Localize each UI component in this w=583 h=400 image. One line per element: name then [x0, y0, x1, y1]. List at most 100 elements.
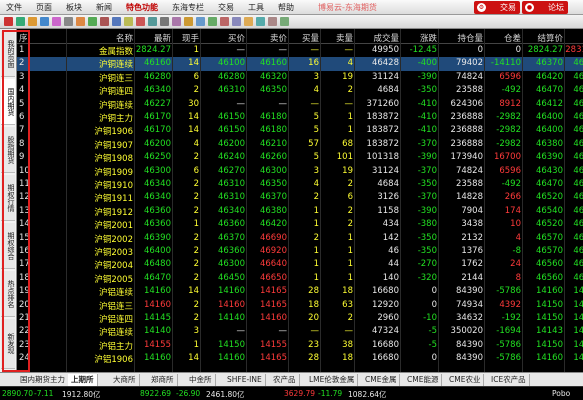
- menu-sector[interactable]: 板块: [66, 2, 82, 13]
- table-row[interactable]: 4 沪铜连四 46340 2 46310 46350 4 2 4684 -350 23588 -492…: [17, 84, 583, 97]
- export-icon[interactable]: [184, 17, 193, 26]
- menu-news[interactable]: 新闻: [96, 2, 112, 13]
- grid-icon[interactable]: [64, 17, 73, 26]
- table-row[interactable]: 3 沪铜连三 46280 6 46280 46320 3 19 31124 -390 74824 65…: [17, 71, 583, 84]
- column-header[interactable]: 序: [19, 32, 29, 44]
- column-header[interactable]: 结算价: [523, 32, 563, 44]
- column-header[interactable]: 现手: [173, 32, 199, 44]
- chart-icon[interactable]: [52, 17, 61, 26]
- cell-settle: 46470: [535, 85, 563, 96]
- print-icon[interactable]: [196, 17, 205, 26]
- table-row[interactable]: 22 沪铝连续 14140 3 — — — — 47324 -5 350020 -1694 14143 1…: [17, 325, 583, 338]
- tick-icon[interactable]: [88, 17, 97, 26]
- trade-button[interactable]: ⚙ 交易: [474, 1, 520, 14]
- table-row[interactable]: 18 沪铜2005 46470 2 46450 46650 1 1 140 -320 2144 8 46…: [17, 272, 583, 285]
- column-header[interactable]: 买量: [289, 32, 319, 44]
- table-row[interactable]: 15 沪铜2002 46390 2 46370 46690 2 1 142 -350 2132 4 46…: [17, 232, 583, 245]
- column-header[interactable]: 仓差: [485, 32, 521, 44]
- table-row[interactable]: 24 沪铝1906 14160 14 14160 14165 28 18 16680 0 84390…: [17, 352, 583, 365]
- menu-tools[interactable]: 工具: [248, 2, 264, 13]
- cell-settle: 14160: [535, 353, 563, 364]
- tab-domestic-main[interactable]: 国内期货主力: [17, 374, 69, 386]
- column-header[interactable]: 最新: [135, 32, 171, 44]
- sidebar-tab-hot-ranking[interactable]: 热点排名: [1, 271, 15, 317]
- kline-icon[interactable]: [76, 17, 85, 26]
- info-icon[interactable]: [268, 17, 277, 26]
- table-row[interactable]: 17 沪铜2004 46480 2 46300 46640 1 1 44 -270 1762 24 46…: [17, 258, 583, 271]
- menu-help[interactable]: 帮助: [278, 2, 294, 13]
- filter-icon[interactable]: [172, 17, 181, 26]
- back-icon[interactable]: [4, 17, 13, 26]
- column-header[interactable]: 持仓量: [439, 32, 483, 44]
- column-header[interactable]: 买价: [201, 32, 245, 44]
- menu-features[interactable]: 特色功能: [126, 2, 158, 13]
- tab-lme[interactable]: LME伦敦金属: [306, 374, 359, 386]
- table-row[interactable]: 16 沪铜2003 46400 2 46360 46920 1 1 46 -350 1376 -8 46…: [17, 245, 583, 258]
- table-row[interactable]: 1 金属指数 2824.27 1— — — —49950 -12.45 0 0 2824.27 283…: [17, 44, 583, 57]
- sidebar-tab-options-quotes[interactable]: 期权行情: [1, 175, 15, 221]
- cell-settle: 2824.27: [527, 45, 563, 55]
- layout-icon[interactable]: [232, 17, 241, 26]
- table-row[interactable]: 20 沪铝连三 14160 2 14160 14165 18 63 12920 0 74934 439…: [17, 299, 583, 312]
- bell-icon[interactable]: [244, 17, 253, 26]
- help-icon[interactable]: [256, 17, 265, 26]
- sidebar-tab-domestic-futures[interactable]: 国内期货: [1, 79, 15, 125]
- column-divider: [288, 29, 289, 372]
- alert-icon[interactable]: [136, 17, 145, 26]
- lock-icon[interactable]: [220, 17, 229, 26]
- column-header[interactable]: 卖量: [321, 32, 353, 44]
- forum-button[interactable]: ● 论坛: [522, 1, 568, 14]
- menu-trade[interactable]: 交易: [218, 2, 234, 13]
- tab-cme-metals[interactable]: CME金属: [362, 374, 401, 386]
- table-row[interactable]: 10 沪铜1909 46300 6 46270 46300 3 19 31124 -370 7482…: [17, 165, 583, 178]
- table-row[interactable]: 5 沪铜连续 46227 30 — — — — 371260 -410 624306 8912 4641…: [17, 98, 583, 111]
- menu-page[interactable]: 页面: [36, 2, 52, 13]
- sidebar-tab-new-discovery[interactable]: 新发现: [1, 319, 15, 369]
- column-header[interactable]: 涨跌: [401, 32, 437, 44]
- cell-oi: 173940: [450, 152, 483, 163]
- table-row[interactable]: 8 沪铜1907 46200 4 46200 46210 57 68 183872 -370 236…: [17, 138, 583, 151]
- sidebar-tab-my-page[interactable]: 我的页面: [1, 31, 15, 77]
- tab-agri[interactable]: 农产品: [270, 374, 300, 386]
- forward-icon[interactable]: [16, 17, 25, 26]
- star-icon[interactable]: [124, 17, 133, 26]
- tab-cffex[interactable]: 中金所: [186, 374, 216, 386]
- news-icon[interactable]: [100, 17, 109, 26]
- column-header[interactable]: 开: [565, 32, 583, 44]
- list-icon[interactable]: [280, 17, 289, 26]
- cell-name: 沪铝连三: [98, 301, 133, 312]
- tab-shfe-ine[interactable]: SHFE-INE: [224, 374, 266, 386]
- home-icon[interactable]: [28, 17, 37, 26]
- table-row[interactable]: 7 沪铜1906 46170 14 46150 46180 5 1 183872 -410 2368…: [17, 124, 583, 137]
- table-row[interactable]: 11 沪铜1910 46340 2 46310 46350 4 2 4684 -350 23588 -…: [17, 178, 583, 191]
- table-row[interactable]: 14 沪铜2001 46360 1 46360 46420 1 2 434 -380 3438 10 4…: [17, 218, 583, 231]
- sidebar-tab-options-overview[interactable]: 期权综合: [1, 223, 15, 269]
- menu-column[interactable]: 东海专栏: [172, 2, 204, 13]
- tab-ice-agri[interactable]: ICE农产品: [488, 374, 530, 386]
- settings-icon[interactable]: [160, 17, 169, 26]
- column-divider: [172, 29, 173, 372]
- search-icon[interactable]: [112, 17, 121, 26]
- menu-file[interactable]: 文件: [6, 2, 22, 13]
- table-row[interactable]: 23 沪铝主力 14155 1 14150 14155 23 38 16680 -5 84390 -5…: [17, 339, 583, 352]
- sidebar-tab-index-futures[interactable]: 股指期货: [1, 127, 15, 173]
- column-header[interactable]: 卖价: [247, 32, 287, 44]
- table-row[interactable]: 9 沪铜1908 46250 2 46240 46260 5 101 101318 -390 173…: [17, 151, 583, 164]
- table-row[interactable]: 13 沪铜1912 46360 2 46340 46380 1 2 1158 -390 7904 17…: [17, 205, 583, 218]
- window-icon[interactable]: [208, 17, 217, 26]
- tab-czce[interactable]: 郑商所: [148, 374, 178, 386]
- column-header[interactable]: 成交量: [355, 32, 399, 44]
- table-row[interactable]: 6 沪铜主力 46170 14 46150 46180 5 1 183872 -410 236888…: [17, 111, 583, 124]
- tab-shfe[interactable]: 上期所: [68, 374, 98, 386]
- tab-dce[interactable]: 大商所: [110, 374, 140, 386]
- calc-icon[interactable]: [148, 17, 157, 26]
- table-row[interactable]: 21 沪铝连四 14145 2 14140 14160 20 2 2960 -10 34632 -19…: [17, 312, 583, 325]
- cell-name: 沪铜连续: [98, 100, 133, 111]
- refresh-icon[interactable]: [40, 17, 49, 26]
- tab-cme-energy[interactable]: CME能源: [404, 374, 443, 386]
- tab-cme-agri[interactable]: CME农业: [446, 374, 485, 386]
- column-header[interactable]: 名称: [67, 32, 133, 44]
- table-row[interactable]: 12 沪铜1911 46340 2 46310 46370 2 6 3126 -370 14828 2…: [17, 191, 583, 204]
- table-row[interactable]: 2 沪铜连续 46160 14 46100 46160 16 4 46428 -400 79402-…: [17, 57, 583, 71]
- table-row[interactable]: 19 沪铝连续 14160 14 14160 14165 28 18 16680 0 84390 -5…: [17, 285, 583, 298]
